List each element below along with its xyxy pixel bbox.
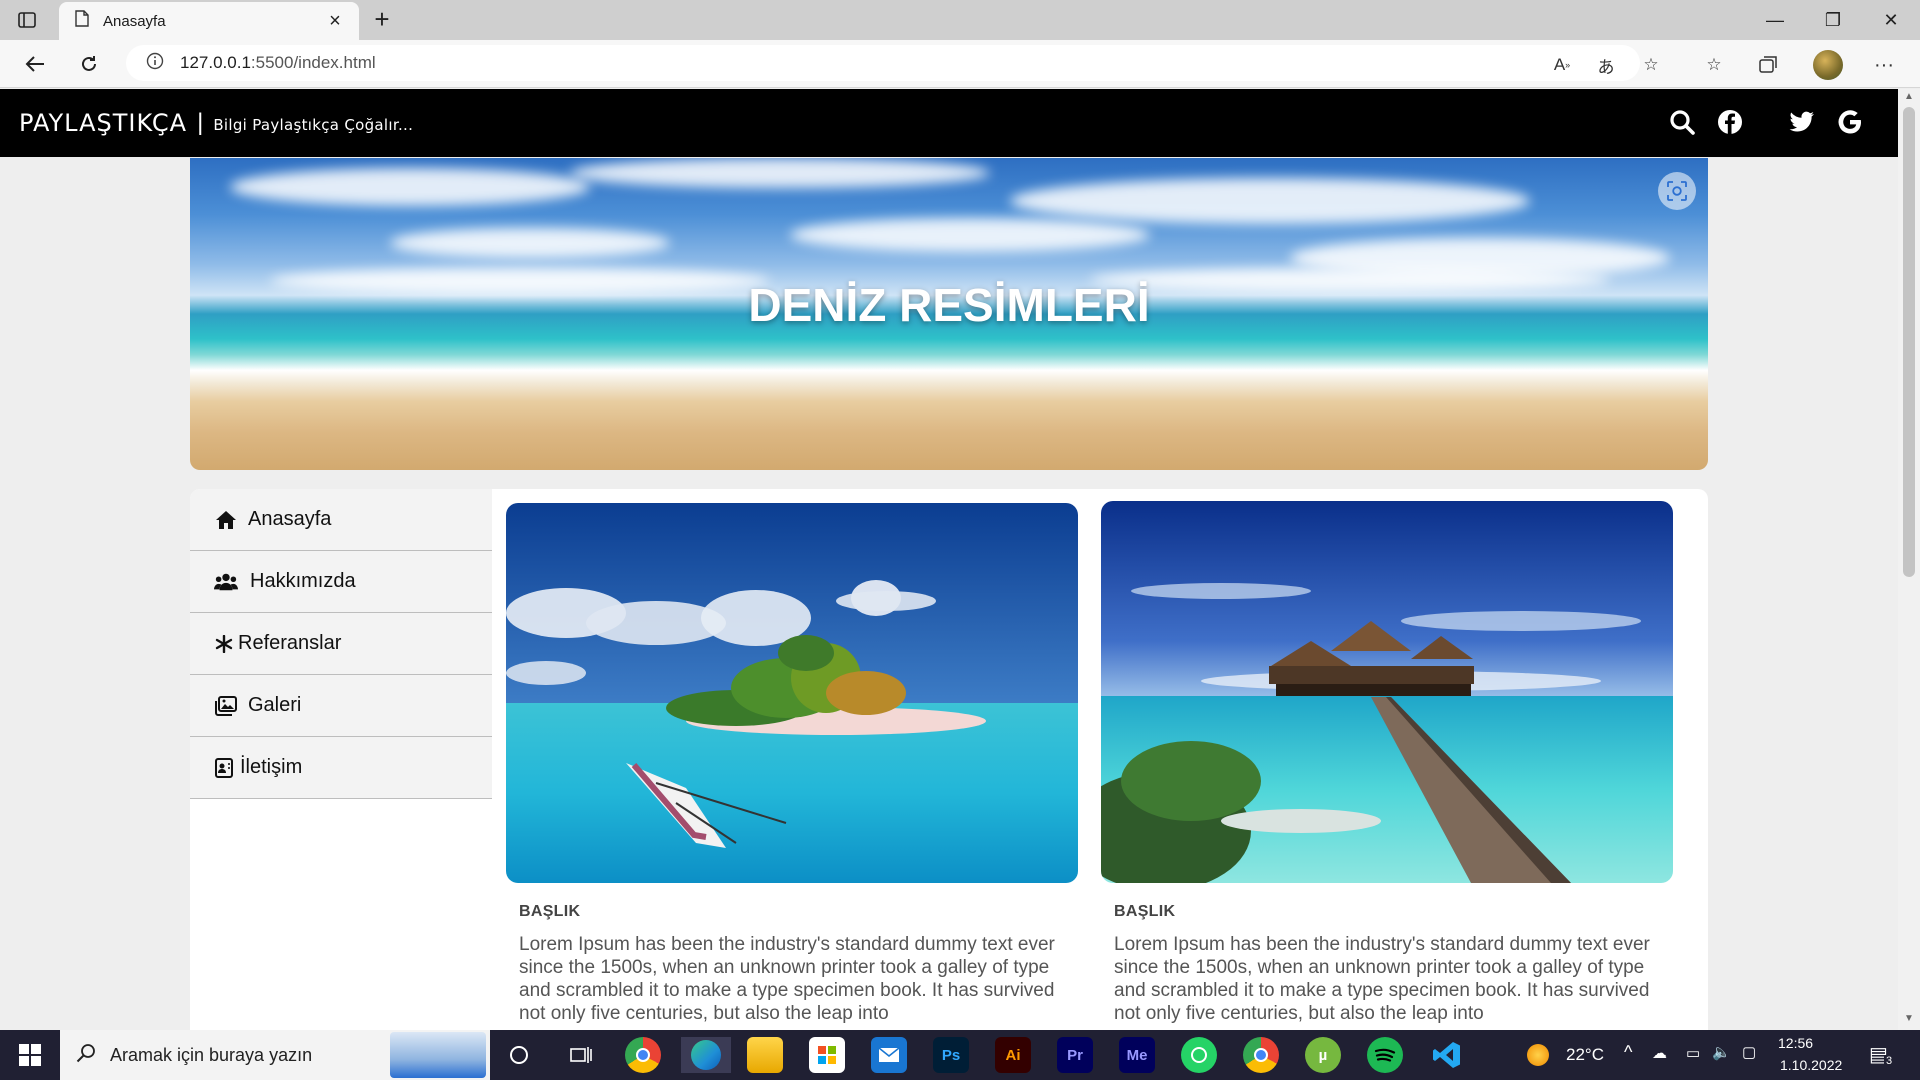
contact-card-icon (214, 756, 234, 780)
sidebar-item-label: İletişim (240, 756, 303, 778)
illustrator-icon[interactable]: Ai (995, 1037, 1031, 1073)
site-brand[interactable]: PAYLAŞTIKÇA (19, 109, 187, 137)
read-aloud-icon[interactable]: A» (1547, 50, 1577, 80)
page-scrollbar[interactable]: ▲ ▼ (1898, 89, 1920, 1030)
sidebar-item-hakkimizda[interactable]: Hakkımızda (190, 551, 492, 613)
scroll-thumb[interactable] (1903, 107, 1915, 577)
visual-search-icon[interactable] (1658, 172, 1696, 210)
sidebar-item-anasayfa[interactable]: Anasayfa (190, 489, 492, 551)
card-island: BAŞLIK Lorem Ipsum has been the industry… (506, 503, 1078, 1025)
sidebar-item-iletisim[interactable]: İletişim (190, 737, 492, 799)
page-icon (75, 10, 89, 32)
users-icon (214, 570, 238, 594)
utorrent-icon[interactable]: µ (1305, 1037, 1341, 1073)
info-icon[interactable] (146, 52, 164, 75)
minimize-button[interactable]: — (1752, 6, 1798, 34)
whatsapp-icon[interactable] (1181, 1037, 1217, 1073)
favorites-icon[interactable]: ☆ (1699, 50, 1729, 80)
sidebar-item-galeri[interactable]: Galeri (190, 675, 492, 737)
premiere-icon[interactable]: Pr (1057, 1037, 1093, 1073)
hero-title: DENİZ RESİMLERİ (748, 279, 1150, 331)
restore-button[interactable]: ❐ (1810, 6, 1856, 34)
photoshop-icon[interactable]: Ps (933, 1037, 969, 1073)
card-title: BAŞLIK (519, 903, 581, 920)
card-image[interactable] (1101, 501, 1673, 883)
start-button[interactable] (0, 1030, 60, 1080)
url-path: :5500/index.html (250, 53, 376, 72)
show-hidden-icons-icon[interactable]: ^ (1624, 1042, 1632, 1063)
sidebar-menu: Anasayfa Hakkımızda Referanslar Galeri İ… (190, 489, 492, 799)
twitter-icon[interactable] (1786, 106, 1818, 138)
hero-banner: DENİZ RESİMLERİ (190, 158, 1708, 470)
site-header: PAYLAŞTIKÇA | Bilgi Paylaştıkça Çoğalır.… (0, 89, 1898, 157)
url-input[interactable]: 127.0.0.1:5500/index.html (126, 45, 1640, 81)
spotify-icon[interactable] (1367, 1037, 1403, 1073)
taskbar-search-box[interactable]: Aramak için buraya yazın (60, 1030, 490, 1080)
notification-count: 3 (1884, 1055, 1895, 1067)
sidebar-item-label: Hakkımızda (250, 570, 356, 592)
site-tagline: Bilgi Paylaştıkça Çoğalır... (213, 116, 414, 134)
battery-icon[interactable]: ▭ (1686, 1044, 1700, 1062)
tab-actions-icon[interactable] (16, 10, 38, 30)
volume-icon[interactable]: 🔈 (1712, 1043, 1731, 1061)
collections-icon[interactable] (1754, 50, 1784, 80)
close-window-button[interactable]: ✕ (1868, 6, 1914, 34)
add-favorite-icon[interactable]: ☆ (1636, 50, 1666, 80)
profile-avatar[interactable] (1813, 50, 1843, 80)
address-bar-row: 127.0.0.1:5500/index.html A» あ ☆ ☆ ··· (0, 40, 1920, 88)
brand-separator: | (197, 109, 204, 136)
url-host: 127.0.0.1 (180, 53, 251, 72)
cortana-icon[interactable] (501, 1037, 537, 1073)
facebook-icon[interactable] (1714, 106, 1746, 138)
card-text: Lorem Ipsum has been the industry's stan… (1114, 934, 1650, 1024)
card-image[interactable] (506, 503, 1078, 883)
clock-time[interactable]: 12:56 (1778, 1035, 1813, 1051)
url-text: 127.0.0.1:5500/index.html (180, 53, 376, 73)
browser-tab-active[interactable]: Anasayfa × (59, 2, 359, 40)
chrome-icon[interactable] (625, 1037, 661, 1073)
mail-icon[interactable] (871, 1037, 907, 1073)
sidebar-item-referanslar[interactable]: Referanslar (190, 613, 492, 675)
clock-date[interactable]: 1.10.2022 (1780, 1057, 1842, 1073)
task-view-icon[interactable] (563, 1037, 599, 1073)
refresh-icon[interactable] (72, 48, 106, 80)
back-arrow-icon[interactable] (18, 48, 52, 80)
browser-tab-strip: Anasayfa × + — ❐ ✕ (0, 0, 1920, 40)
search-icon[interactable] (1666, 106, 1698, 138)
content-panel: Anasayfa Hakkımızda Referanslar Galeri İ… (190, 489, 1708, 1030)
chrome-profile-icon[interactable] (1243, 1037, 1279, 1073)
card-title: BAŞLIK (1114, 903, 1176, 920)
scroll-down-icon[interactable]: ▼ (1903, 1013, 1915, 1025)
taskbar-search-placeholder: Aramak için buraya yazın (110, 1044, 313, 1065)
page-viewport: PAYLAŞTIKÇA | Bilgi Paylaştıkça Çoğalır.… (0, 89, 1898, 1030)
weather-icon[interactable] (1520, 1037, 1556, 1073)
google-icon[interactable] (1834, 106, 1866, 138)
card-pier: BAŞLIK Lorem Ipsum has been the industry… (1101, 501, 1673, 1025)
more-options-icon[interactable]: ··· (1869, 50, 1899, 80)
edge-icon[interactable] (681, 1037, 731, 1073)
sidebar-item-label: Galeri (248, 694, 302, 716)
scroll-up-icon[interactable]: ▲ (1903, 91, 1915, 103)
search-icon (76, 1043, 96, 1068)
display-icon[interactable]: ▢ (1742, 1043, 1756, 1061)
windows-taskbar: Aramak için buraya yazın Ps Ai Pr Me µ 2… (0, 1030, 1920, 1080)
card-text: Lorem Ipsum has been the industry's stan… (519, 934, 1055, 1024)
images-icon (214, 694, 238, 718)
file-explorer-icon[interactable] (747, 1037, 783, 1073)
vscode-icon[interactable] (1429, 1037, 1465, 1073)
home-icon (214, 508, 238, 532)
search-highlight-image (390, 1032, 486, 1078)
sidebar-item-label: Referanslar (238, 632, 342, 654)
sidebar-item-label: Anasayfa (248, 508, 332, 530)
translate-icon[interactable]: あ (1591, 50, 1621, 80)
close-tab-icon[interactable]: × (325, 10, 345, 33)
new-tab-button[interactable]: + (368, 6, 396, 34)
media-encoder-icon[interactable]: Me (1119, 1037, 1155, 1073)
network-cloud-icon[interactable]: ☁ (1652, 1044, 1667, 1062)
asterisk-icon (214, 632, 234, 656)
microsoft-store-icon[interactable] (809, 1037, 845, 1073)
tab-title: Anasayfa (103, 12, 166, 30)
temperature[interactable]: 22°C (1566, 1045, 1604, 1065)
